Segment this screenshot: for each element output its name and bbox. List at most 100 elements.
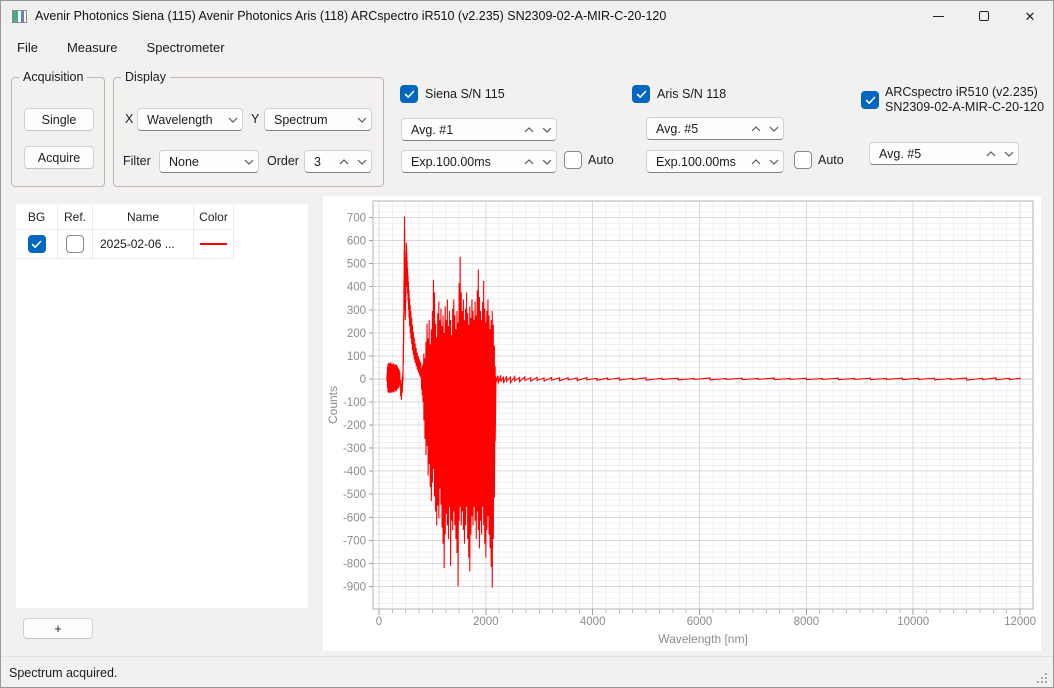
svg-text:400: 400 bbox=[347, 282, 366, 294]
aris-label: Aris S/N 118 bbox=[657, 87, 727, 101]
increment-icon[interactable] bbox=[747, 118, 765, 139]
svg-text:0: 0 bbox=[376, 616, 382, 628]
app-icon bbox=[12, 9, 27, 23]
spectrum-chart[interactable]: 0 2000 4000 6000 8000 10000 12000 700 600 500 400 3… bbox=[323, 196, 1041, 651]
siena-label: Siena S/N 115 bbox=[425, 87, 505, 101]
acquisition-group: Acquisition Single Acquire bbox=[11, 70, 105, 187]
close-button[interactable]: ✕ bbox=[1007, 1, 1053, 31]
svg-text:-200: -200 bbox=[343, 420, 366, 432]
acquire-button[interactable]: Acquire bbox=[24, 146, 94, 169]
aris-averaging-stepper[interactable]: Avg. #5 bbox=[646, 117, 784, 140]
column-header-ref[interactable]: Ref. bbox=[58, 204, 93, 230]
window-title: Avenir Photonics Siena (115) Avenir Phot… bbox=[35, 9, 667, 23]
column-header-bg[interactable]: BG bbox=[16, 204, 58, 230]
siena-checkbox[interactable] bbox=[400, 85, 418, 103]
chevron-down-icon bbox=[353, 109, 371, 130]
filter-dropdown[interactable]: None bbox=[159, 150, 259, 173]
table-row[interactable]: 2025-02-06 ... bbox=[16, 230, 234, 259]
window-controls: ✕ bbox=[915, 1, 1053, 31]
svg-text:12000: 12000 bbox=[1004, 616, 1036, 628]
bg-checkbox[interactable] bbox=[27, 235, 46, 253]
aris-checkbox[interactable] bbox=[632, 85, 650, 103]
decrement-icon[interactable] bbox=[538, 119, 556, 140]
svg-text:-500: -500 bbox=[343, 489, 366, 501]
add-spectrum-button[interactable]: + bbox=[23, 618, 93, 639]
siena-auto-label: Auto bbox=[588, 153, 614, 167]
decrement-icon[interactable] bbox=[353, 151, 371, 172]
svg-text:600: 600 bbox=[347, 236, 366, 248]
maximize-button[interactable] bbox=[961, 1, 1007, 31]
status-bar: Spectrum acquired. bbox=[1, 656, 1053, 687]
close-icon: ✕ bbox=[1024, 8, 1036, 24]
increment-icon[interactable] bbox=[520, 119, 538, 140]
display-group-title: Display bbox=[121, 70, 170, 84]
svg-text:8000: 8000 bbox=[794, 616, 820, 628]
siena-auto-checkbox[interactable] bbox=[564, 151, 582, 169]
menu-measure[interactable]: Measure bbox=[54, 33, 131, 62]
column-header-name[interactable]: Name bbox=[93, 204, 194, 230]
chevron-down-icon bbox=[224, 109, 242, 130]
maximize-icon bbox=[979, 11, 989, 21]
increment-icon[interactable] bbox=[747, 151, 765, 172]
svg-text:700: 700 bbox=[347, 213, 366, 225]
aris-auto-label: Auto bbox=[818, 153, 844, 167]
siena-exposure-stepper[interactable]: Exp.100.00ms bbox=[401, 150, 557, 173]
app-window: Avenir Photonics Siena (115) Avenir Phot… bbox=[0, 0, 1054, 688]
title-bar: Avenir Photonics Siena (115) Avenir Phot… bbox=[1, 1, 1053, 31]
y-axis-label: Y bbox=[251, 112, 260, 126]
x-axis-label: X bbox=[125, 112, 134, 126]
svg-text:Wavelength [nm]: Wavelength [nm] bbox=[658, 632, 748, 646]
svg-text:100: 100 bbox=[347, 351, 366, 363]
single-button[interactable]: Single bbox=[24, 108, 94, 131]
decrement-icon[interactable] bbox=[765, 151, 783, 172]
svg-text:-100: -100 bbox=[343, 397, 366, 409]
decrement-icon[interactable] bbox=[765, 118, 783, 139]
x-axis-dropdown[interactable]: Wavelength bbox=[137, 108, 243, 131]
minimize-icon bbox=[932, 15, 944, 17]
arcspectro-label: ARCspectro iR510 (v2.235) SN2309-02-A-MIR… bbox=[885, 85, 1045, 114]
order-label: Order bbox=[267, 154, 299, 168]
svg-text:300: 300 bbox=[347, 305, 366, 317]
order-stepper[interactable]: 3 bbox=[304, 150, 372, 173]
y-axis-dropdown[interactable]: Spectrum bbox=[264, 108, 372, 131]
chevron-down-icon bbox=[240, 151, 258, 172]
status-message: Spectrum acquired. bbox=[9, 666, 118, 680]
svg-text:6000: 6000 bbox=[687, 616, 713, 628]
siena-averaging-stepper[interactable]: Avg. #1 bbox=[401, 118, 557, 141]
ref-checkbox[interactable] bbox=[66, 235, 84, 253]
svg-text:-400: -400 bbox=[343, 466, 366, 478]
svg-text:-900: -900 bbox=[343, 581, 366, 593]
spectrum-name[interactable]: 2025-02-06 ... bbox=[93, 230, 194, 259]
increment-icon[interactable] bbox=[520, 151, 538, 172]
menu-bar: File Measure Spectrometer bbox=[1, 31, 1053, 63]
svg-text:4000: 4000 bbox=[580, 616, 606, 628]
svg-text:200: 200 bbox=[347, 328, 366, 340]
arcspectro-checkbox[interactable] bbox=[861, 91, 879, 109]
svg-text:500: 500 bbox=[347, 259, 366, 271]
svg-text:0: 0 bbox=[360, 374, 366, 386]
decrement-icon[interactable] bbox=[538, 151, 556, 172]
resize-grip-icon[interactable] bbox=[1045, 681, 1047, 683]
filter-label: Filter bbox=[123, 154, 151, 168]
aris-auto-checkbox[interactable] bbox=[794, 151, 812, 169]
column-header-color[interactable]: Color bbox=[194, 204, 234, 230]
svg-text:-700: -700 bbox=[343, 535, 366, 547]
svg-text:10000: 10000 bbox=[897, 616, 929, 628]
spectrum-plot[interactable]: 0 2000 4000 6000 8000 10000 120007006005004003… bbox=[323, 196, 1041, 651]
decrement-icon[interactable] bbox=[1000, 143, 1018, 164]
spectra-list-panel: BG Ref. Name Color 2025-02-06 ... bbox=[16, 204, 308, 608]
svg-text:-300: -300 bbox=[343, 443, 366, 455]
aris-exposure-stepper[interactable]: Exp.100.00ms bbox=[646, 150, 784, 173]
increment-icon[interactable] bbox=[982, 143, 1000, 164]
arcspectro-averaging-stepper[interactable]: Avg. #5 bbox=[869, 142, 1019, 165]
minimize-button[interactable] bbox=[915, 1, 961, 31]
increment-icon[interactable] bbox=[335, 151, 353, 172]
spectrum-color-cell[interactable] bbox=[194, 230, 234, 259]
display-group: Display X Wavelength Y Spectrum Filter N… bbox=[113, 70, 384, 187]
spectra-table-header: BG Ref. Name Color bbox=[16, 204, 234, 230]
svg-text:-600: -600 bbox=[343, 512, 366, 524]
menu-file[interactable]: File bbox=[4, 33, 51, 62]
svg-text:-800: -800 bbox=[343, 558, 366, 570]
menu-spectrometer[interactable]: Spectrometer bbox=[134, 33, 238, 62]
svg-text:Counts: Counts bbox=[326, 386, 340, 424]
